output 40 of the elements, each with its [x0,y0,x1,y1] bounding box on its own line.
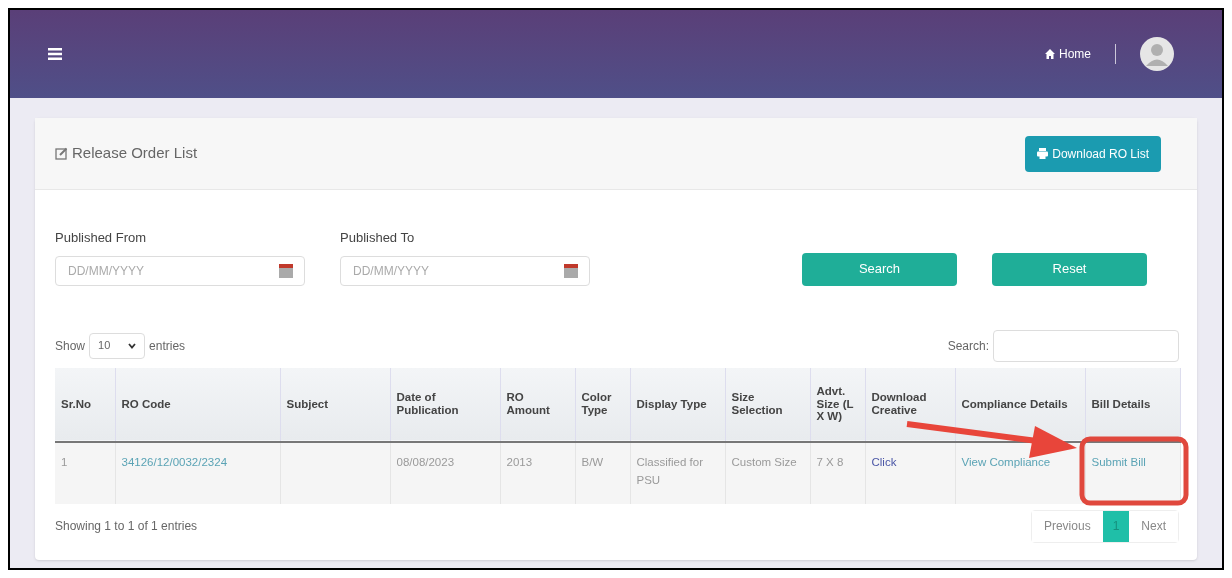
calendar-icon [279,263,293,278]
field-label: Published From [55,229,148,247]
column-header[interactable]: Compliance Details [961,397,1079,411]
column-header[interactable]: RO Code [121,397,274,411]
date-field[interactable]: DD/MM/YYYY [55,255,305,286]
search-label: Search: [947,337,989,355]
date-field[interactable]: DD/MM/YYYY [340,255,590,286]
home-icon [1045,49,1055,59]
menu-icon[interactable] [48,48,62,60]
column-header[interactable]: RO Amount [506,391,569,417]
table-cell: 1 [61,455,68,468]
edit-icon [55,147,68,160]
print-icon [1037,148,1049,159]
home-link[interactable]: Home [1045,45,1091,63]
show-label: Show [55,337,86,355]
cell-link[interactable]: Click [871,455,897,468]
table-cell: 7 X 8 [816,455,844,468]
avatar-icon[interactable] [1140,37,1174,71]
column-header[interactable]: Advt. Size (L X W) [816,385,859,423]
table-info: Showing 1 to 1 of 1 entries [55,518,198,535]
calendar-icon [564,263,578,278]
chevron-icon [128,342,137,349]
entries-label: entries [149,337,186,355]
table-cell: Classified for PSU [636,455,703,486]
column-header[interactable]: Color Type [581,391,624,417]
column-header[interactable]: Size Selection [731,391,804,417]
table-cell: B/W [581,455,604,468]
entries-select[interactable]: 10 [89,332,146,359]
field-label: Published To [340,229,416,247]
column-header[interactable]: Subject [286,397,384,411]
table-cell: 08/08/2023 [396,455,455,468]
column-header[interactable]: Display Type [636,397,719,411]
card-title: Release Order List [72,143,198,164]
column-header[interactable]: Bill Details [1091,397,1174,411]
table-cell: 2013 [506,455,533,468]
column-header[interactable]: Download Creative [871,391,949,417]
table-search-field[interactable] [993,329,1179,362]
column-header[interactable]: Date of Publication [396,391,494,417]
column-header[interactable]: Sr.No [61,397,109,411]
table-cell: Custom Size [731,455,797,468]
